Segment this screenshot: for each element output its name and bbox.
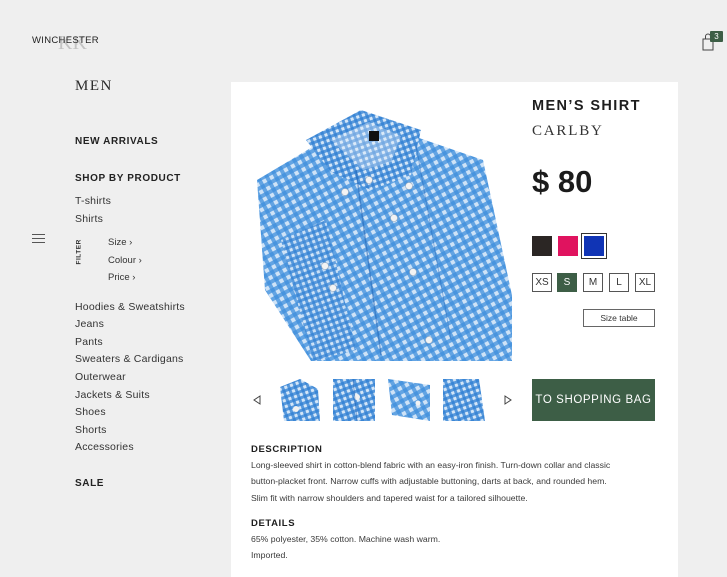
description-text: Long-sleeved shirt in cotton-blend fabri… <box>251 457 651 506</box>
description-line: Slim fit with narrow shoulders and taper… <box>251 492 528 503</box>
size-option-m[interactable]: M <box>583 273 603 292</box>
thumbnail-prev-arrow-icon[interactable] <box>253 395 261 405</box>
product-brand: CARLBY <box>532 123 604 139</box>
brand-logo[interactable]: KK R WINCHESTER <box>32 29 102 55</box>
nav-link-hoodies[interactable]: Hoodies & Sweatshirts <box>75 301 185 313</box>
nav-link-pants[interactable]: Pants <box>75 336 103 348</box>
shirt-image <box>251 100 512 361</box>
color-swatch-pink[interactable] <box>558 236 578 256</box>
nav-link-sweaters[interactable]: Sweaters & Cardigans <box>75 353 183 365</box>
bag-count-badge: 3 <box>710 31 723 42</box>
product-main-image <box>251 100 512 361</box>
thumbnail-image-2[interactable] <box>333 379 375 421</box>
filter-colour[interactable]: Colour › <box>108 255 142 266</box>
add-to-bag-button[interactable]: TO SHOPPING BAG <box>532 379 655 421</box>
nav-sale[interactable]: SALE <box>75 478 104 489</box>
details-text: 65% polyester, 35% cotton. Machine wash … <box>251 531 651 564</box>
nav-link-shorts[interactable]: Shorts <box>75 424 107 436</box>
size-option-xs[interactable]: XS <box>532 273 552 292</box>
filter-price[interactable]: Price › <box>108 272 135 283</box>
nav-link-shoes[interactable]: Shoes <box>75 406 106 418</box>
filter-label: FILTER <box>75 239 83 265</box>
brand-name: WINCHESTER <box>32 35 99 46</box>
thumbnail-image-3[interactable] <box>388 379 430 421</box>
size-table-button[interactable]: Size table <box>583 309 655 327</box>
details-title: DETAILS <box>251 518 296 529</box>
nav-link-jeans[interactable]: Jeans <box>75 318 104 330</box>
color-swatch-black[interactable] <box>532 236 552 256</box>
description-line: button-placket front. Narrow cuffs with … <box>251 476 607 487</box>
details-line: 65% polyester, 35% cotton. Machine wash … <box>251 534 441 544</box>
details-line: Imported. <box>251 550 288 561</box>
hamburger-menu-icon[interactable] <box>32 234 45 243</box>
nav-link-accessories[interactable]: Accessories <box>75 441 134 453</box>
nav-new-arrivals[interactable]: NEW ARRIVALS <box>75 136 158 147</box>
nav-link-jackets[interactable]: Jackets & Suits <box>75 389 150 401</box>
nav-link-shirts[interactable]: Shirts <box>75 213 103 225</box>
color-swatch-blue[interactable] <box>581 233 607 259</box>
size-option-l[interactable]: L <box>609 273 629 292</box>
thumbnail-image-1[interactable] <box>278 379 320 421</box>
size-option-s[interactable]: S <box>557 273 577 292</box>
filter-size[interactable]: Size › <box>108 237 132 248</box>
product-price: $ 80 <box>532 164 593 199</box>
product-name: MEN’S SHIRT <box>532 98 641 114</box>
nav-link-tshirts[interactable]: T-shirts <box>75 195 111 207</box>
page-title: MEN <box>75 78 113 94</box>
nav-link-outerwear[interactable]: Outerwear <box>75 371 126 383</box>
thumbnail-image-4[interactable] <box>443 379 485 421</box>
nav-shop-by-product[interactable]: SHOP BY PRODUCT <box>75 173 181 184</box>
size-option-xl[interactable]: XL <box>635 273 655 292</box>
description-line: Long-sleeved shirt in cotton-blend fabri… <box>251 460 611 470</box>
description-title: DESCRIPTION <box>251 444 323 455</box>
thumbnail-next-arrow-icon[interactable] <box>504 395 512 405</box>
